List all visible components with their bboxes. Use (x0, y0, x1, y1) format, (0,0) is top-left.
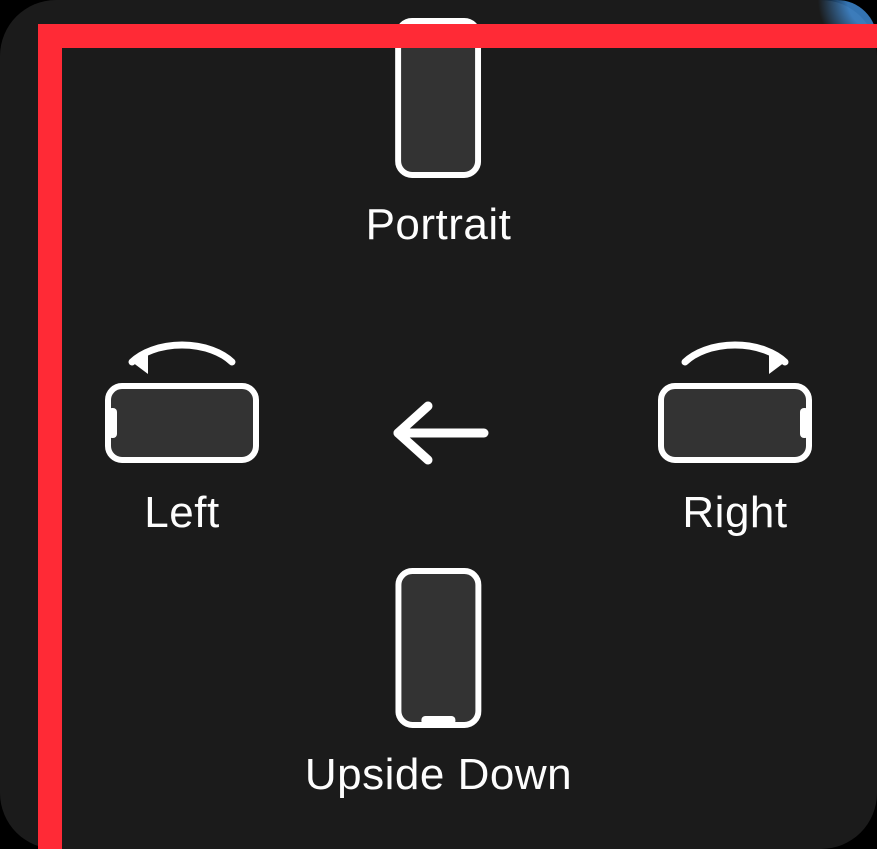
orientation-menu-panel: Portrait Left (0, 0, 877, 849)
phone-upside-down-icon (396, 568, 482, 728)
phone-rotate-right-icon (655, 340, 815, 466)
annotation-border-left (38, 24, 62, 849)
back-button[interactable] (384, 398, 494, 468)
phone-rotate-left-icon (102, 340, 262, 466)
upside-down-option[interactable]: Upside Down (305, 568, 572, 800)
rotate-right-option[interactable]: Right (655, 340, 815, 538)
rotate-right-label: Right (682, 488, 787, 538)
rotate-left-label: Left (144, 488, 219, 538)
portrait-option[interactable]: Portrait (366, 18, 512, 250)
rotate-left-option[interactable]: Left (102, 340, 262, 538)
arrow-left-icon (384, 398, 494, 468)
annotation-border-top (38, 24, 877, 48)
portrait-label: Portrait (366, 200, 512, 250)
screenshot-frame: Portrait Left (0, 0, 877, 849)
upside-down-label: Upside Down (305, 750, 572, 800)
